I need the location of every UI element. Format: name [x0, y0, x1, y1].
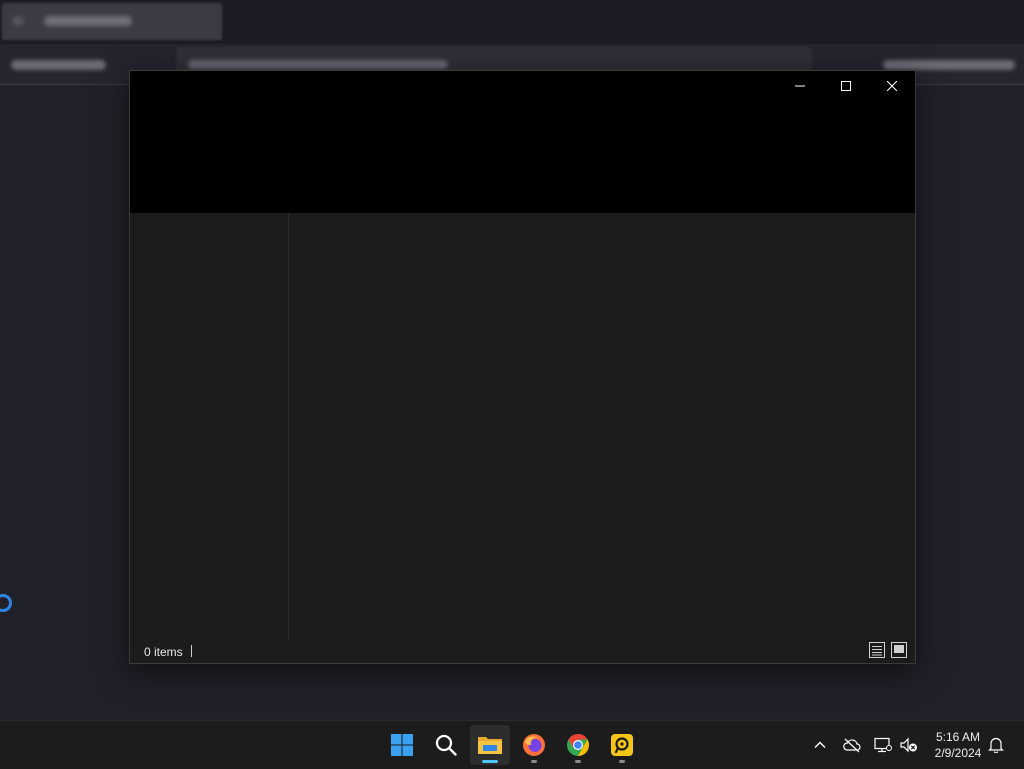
cloud-offline-icon [843, 738, 861, 753]
yellow-app-taskbar-button[interactable] [602, 725, 642, 765]
background-tab [2, 3, 222, 40]
start-button[interactable] [382, 725, 422, 765]
background-blurred-text-right [883, 60, 1015, 70]
running-indicator [619, 760, 625, 763]
file-explorer-taskbar-button[interactable] [470, 725, 510, 765]
background-address-text-blurred [188, 60, 448, 69]
chrome-taskbar-button[interactable] [558, 725, 598, 765]
active-indicator [482, 760, 498, 763]
running-indicator [531, 760, 537, 763]
status-bar: 0 items [130, 639, 915, 663]
background-tab-icon [12, 16, 24, 26]
onedrive-tray-button[interactable] [842, 735, 862, 755]
item-count: 0 items [144, 645, 183, 659]
clock[interactable]: 5:16 AM 2/9/2024 [924, 729, 992, 761]
windows-logo-icon [391, 734, 413, 756]
notifications-button[interactable] [986, 735, 1006, 755]
show-hidden-icons-button[interactable] [810, 735, 830, 755]
minimize-icon [795, 85, 805, 87]
close-icon [887, 81, 897, 91]
maximize-button[interactable] [823, 71, 869, 101]
maximize-icon [841, 81, 851, 91]
background-ring-icon [0, 594, 12, 612]
window-header [130, 71, 915, 213]
yellow-app-icon [611, 734, 633, 756]
background-title-bar [0, 0, 1024, 44]
firefox-taskbar-button[interactable] [514, 725, 554, 765]
file-explorer-window: 0 items [129, 70, 916, 664]
chevron-up-icon [814, 741, 826, 748]
volume-tray-button[interactable] [899, 735, 919, 755]
folder-icon [478, 737, 502, 754]
navigation-pane[interactable] [130, 213, 289, 641]
taskbar: 5:16 AM 2/9/2024 [0, 720, 1024, 769]
network-tray-button[interactable] [873, 735, 893, 755]
notification-bell-icon [988, 737, 1004, 753]
background-tab-title-blurred [44, 16, 132, 26]
close-button[interactable] [869, 71, 915, 101]
details-view-icon [869, 642, 885, 658]
background-blurred-text [11, 60, 106, 70]
minimize-button[interactable] [777, 71, 823, 101]
clock-time: 5:16 AM [935, 730, 981, 744]
search-button[interactable] [426, 725, 466, 765]
search-icon [435, 734, 457, 756]
network-icon [874, 737, 892, 753]
large-icons-view-icon [891, 642, 907, 658]
large-icons-view-button[interactable] [891, 642, 907, 658]
details-view-button[interactable] [869, 642, 885, 658]
volume-muted-icon [900, 737, 917, 753]
status-separator [191, 645, 192, 657]
running-indicator [575, 760, 581, 763]
file-list-pane[interactable] [289, 213, 915, 641]
chrome-icon [567, 734, 589, 756]
clock-date: 2/9/2024 [934, 746, 982, 760]
firefox-icon [523, 734, 545, 756]
